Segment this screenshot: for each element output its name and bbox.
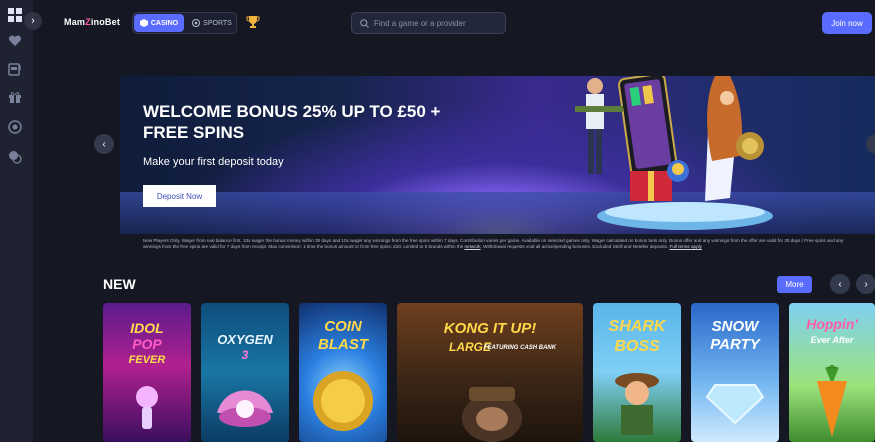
collapse-sidebar-button[interactable]: › xyxy=(24,12,42,30)
full-terms-link[interactable]: Full terms apply xyxy=(670,244,702,249)
more-button[interactable]: More xyxy=(777,276,812,293)
casino-tab[interactable]: CASINO xyxy=(134,14,184,32)
grid-icon[interactable] xyxy=(8,8,24,24)
chip-icon[interactable] xyxy=(8,120,24,136)
chevron-left-icon: ‹ xyxy=(838,278,842,290)
site-logo[interactable]: MamZinoBet xyxy=(64,17,120,27)
banner-prev-button[interactable]: ‹ xyxy=(94,134,114,154)
search-box xyxy=(351,12,506,34)
chat-icon[interactable] xyxy=(8,150,24,166)
cube-icon xyxy=(139,19,148,27)
search-input[interactable] xyxy=(374,16,502,31)
game-tile-idol-pop-fever[interactable]: IDOL POP FEVER xyxy=(103,303,191,442)
promo-banner xyxy=(120,76,875,234)
games-next-button[interactable]: › xyxy=(856,274,875,294)
game-tile-coin-blast[interactable]: COIN BLAST xyxy=(299,303,387,442)
deposit-now-button[interactable]: Deposit Now xyxy=(143,185,216,207)
slot-machine-icon[interactable] xyxy=(8,62,24,78)
game-tile-shark-boss[interactable]: SHARK BOSS xyxy=(593,303,681,442)
ice-gem-icon xyxy=(705,384,765,425)
casino-sports-toggle: CASINO SPORTS xyxy=(132,12,237,34)
join-now-button[interactable]: Join now xyxy=(822,12,872,34)
trophy-icon[interactable] xyxy=(246,15,260,29)
search-icon xyxy=(360,19,369,28)
side-rail xyxy=(0,0,33,442)
chevron-right-icon: › xyxy=(864,278,868,290)
heart-icon[interactable] xyxy=(8,34,24,50)
game-tile-kong-it-up-large[interactable]: KONG IT UP! LARGE FEATURING CASH BANK xyxy=(397,303,583,442)
game-tile-snow-party[interactable]: SNOW PARTY xyxy=(691,303,779,442)
carrot-icon xyxy=(817,365,847,437)
banner-hero-illustration xyxy=(575,76,773,230)
gold-coin-icon xyxy=(313,371,373,431)
network-link[interactable]: network xyxy=(464,244,480,249)
chevron-right-icon: › xyxy=(31,15,35,27)
bonus-terms: New Players Only. Wager from real balanc… xyxy=(143,238,844,249)
new-section-title: NEW xyxy=(103,276,136,292)
soccer-ball-icon xyxy=(192,19,201,27)
game-tile-oxygen-3[interactable]: OXYGEN 3 xyxy=(201,303,289,442)
sports-tab[interactable]: SPORTS xyxy=(188,14,236,32)
fisherman-icon xyxy=(615,373,659,435)
banner-subtitle: Make your first deposit today xyxy=(143,156,284,168)
banner-title: WELCOME BONUS 25% UP TO £50 + FREE SPINS xyxy=(143,102,441,142)
microphone-icon xyxy=(136,386,158,429)
game-tile-hoppin-ever-after[interactable]: Hoppin' Ever After xyxy=(789,303,875,442)
gift-icon[interactable] xyxy=(8,90,24,106)
pearl-shell-icon xyxy=(217,390,273,427)
games-prev-button[interactable]: ‹ xyxy=(830,274,850,294)
chevron-left-icon: ‹ xyxy=(102,138,106,150)
kong-character-icon xyxy=(462,387,522,442)
